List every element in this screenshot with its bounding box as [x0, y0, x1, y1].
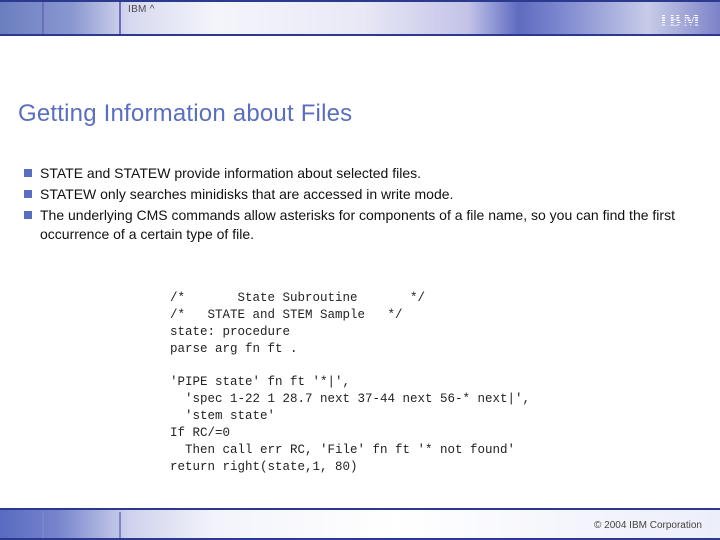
- slide: IBM ^ IBM Getting Information about File…: [0, 0, 720, 540]
- list-item: The underlying CMS commands allow asteri…: [24, 206, 696, 244]
- header-band: [0, 0, 720, 34]
- bullet-icon: [24, 190, 32, 198]
- list-item: STATEW only searches minidisks that are …: [24, 185, 696, 204]
- code-sample: /* State Subroutine */ /* STATE and STEM…: [170, 290, 530, 476]
- ibm-logo-icon: IBM: [660, 10, 702, 31]
- bullet-list: STATE and STATEW provide information abo…: [24, 164, 696, 246]
- header-bottom-rule: [0, 34, 720, 36]
- footer-divider: [119, 512, 121, 538]
- bullet-text: STATEW only searches minidisks that are …: [40, 185, 696, 204]
- header-product-text: IBM ^: [128, 4, 155, 15]
- list-item: STATE and STATEW provide information abo…: [24, 164, 696, 183]
- ibm-logo-text: IBM: [660, 10, 702, 31]
- bullet-icon: [24, 211, 32, 219]
- copyright-text: © 2004 IBM Corporation: [594, 520, 702, 531]
- footer-divider: [42, 512, 44, 538]
- bullet-text: STATE and STATEW provide information abo…: [40, 164, 696, 183]
- header-divider: [42, 2, 44, 34]
- header-top-rule: [0, 0, 720, 2]
- bullet-text: The underlying CMS commands allow asteri…: [40, 206, 696, 244]
- bullet-icon: [24, 169, 32, 177]
- page-title: Getting Information about Files: [18, 100, 352, 128]
- header-divider: [119, 2, 121, 34]
